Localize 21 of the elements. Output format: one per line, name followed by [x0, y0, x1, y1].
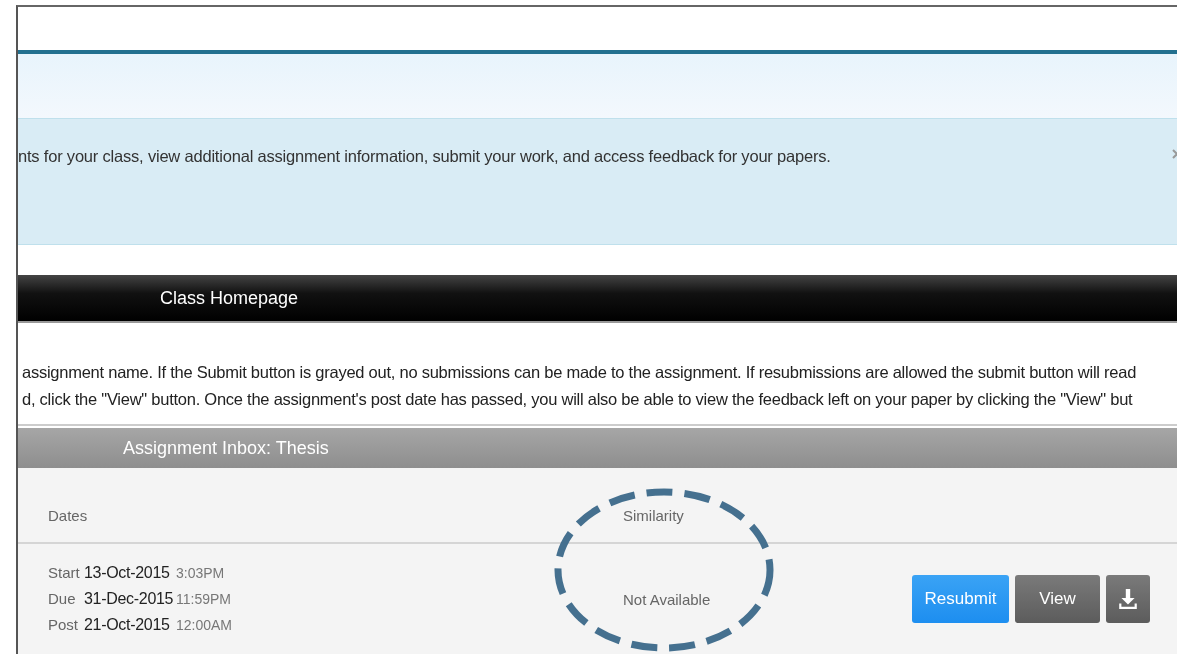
inbox-title: Assignment Inbox: Thesis — [123, 437, 329, 459]
instruction-text: d, click the "View" button. Once the assignment's post date has passed, you will also be able to view the feedback left on your paper by clicking the "View" but — [22, 389, 1134, 410]
resubmit-button[interactable]: Resubmit — [912, 575, 1009, 623]
class-title: Class Homepage — [160, 287, 299, 309]
date-value: 21-Oct-2015 — [84, 615, 171, 635]
download-button[interactable] — [1106, 575, 1150, 623]
similarity-value: Not Available — [623, 590, 712, 608]
instruction-text: assignment name. If the Submit button is grayed out, no submissions can be made to the assignment. If resubmissions are allowed the submit button will read — [22, 362, 1138, 383]
date-label: Due — [48, 589, 77, 609]
download-icon — [1117, 588, 1139, 610]
info-text: nts for your class, view additional assignment information, submit your work, and access feedback for your papers. — [18, 147, 831, 166]
view-button[interactable]: View — [1015, 575, 1100, 623]
column-header: Similarity — [623, 507, 684, 524]
time-value: 3:03PM — [176, 564, 225, 583]
column-header: Dates — [48, 507, 89, 524]
date-value: 31-Dec-2015 — [84, 589, 175, 609]
date-value: 13-Oct-2015 — [84, 563, 171, 583]
time-value: 12:00AM — [176, 616, 233, 635]
date-label: Post — [48, 615, 79, 635]
date-label: Start — [48, 563, 81, 583]
time-value: 11:59PM — [176, 590, 231, 609]
